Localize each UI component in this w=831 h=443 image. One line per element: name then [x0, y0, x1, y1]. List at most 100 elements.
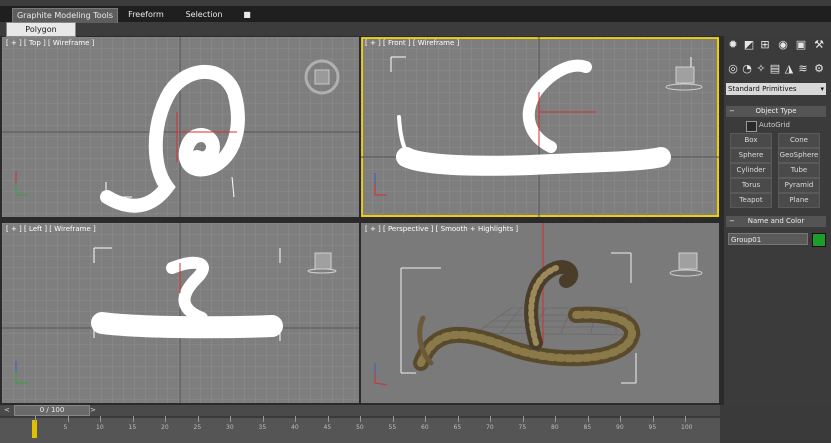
- timeline-tick: [132, 416, 134, 422]
- shapes-icon[interactable]: ◔: [740, 62, 754, 76]
- timeline-tick-label: 20: [161, 424, 169, 431]
- time-slider-handle[interactable]: [32, 420, 37, 438]
- sphere-button[interactable]: Sphere: [730, 148, 772, 163]
- lights-icon[interactable]: ✧: [754, 62, 768, 76]
- viewport-label-front[interactable]: [ + ] [ Front ] [ Wireframe ]: [365, 39, 459, 47]
- timeline-tick-label: 50: [356, 424, 364, 431]
- rollout-collapse-icon: −: [729, 217, 735, 225]
- timeline-tick: [555, 416, 556, 422]
- timeline-tick: [262, 416, 264, 422]
- cylinder-button[interactable]: Cylinder: [730, 163, 772, 178]
- ribbon-tab-bar: Graphite Modeling Tools Freeform Selecti…: [0, 6, 831, 23]
- timeline-tick: [457, 416, 459, 422]
- tab-freeform[interactable]: Freeform: [122, 8, 170, 22]
- timeline-tick-label: 95: [648, 424, 657, 431]
- timeline-tick-label: 85: [583, 424, 592, 431]
- primitive-type-dropdown[interactable]: Standard Primitives ▾: [726, 83, 826, 95]
- timeline-tick-label: 15: [128, 424, 137, 431]
- timeline-tick: [360, 416, 361, 422]
- teapot-button[interactable]: Teapot: [730, 193, 772, 208]
- motion-icon[interactable]: ◉: [776, 38, 790, 52]
- timeline-tick-label: 30: [226, 424, 234, 431]
- name-and-color-title[interactable]: − Name and Color: [726, 216, 826, 227]
- timeline-tick-label: 100: [681, 424, 693, 431]
- spacewarps-icon[interactable]: ≋: [796, 62, 810, 76]
- timeline-tick-label: 60: [421, 424, 429, 431]
- timeline-tick: [35, 416, 36, 422]
- viewport-label-top[interactable]: [ + ] [ Top ] [ Wireframe ]: [6, 39, 94, 47]
- object-type-label: Object Type: [755, 107, 797, 115]
- timeline-tick-label: 45: [323, 424, 332, 431]
- tab-selection[interactable]: Selection: [180, 8, 228, 22]
- timeline-tick: [522, 416, 524, 422]
- viewport-top[interactable]: [ + ] [ Top ] [ Wireframe ]: [2, 37, 359, 217]
- dropdown-value: Standard Primitives: [728, 85, 797, 93]
- object-color-swatch[interactable]: [812, 233, 826, 247]
- viewport-perspective-canvas: [361, 223, 719, 403]
- utilities-icon[interactable]: ⚒: [812, 38, 826, 52]
- frame-counter[interactable]: 0 / 100: [14, 405, 90, 416]
- cameras-icon[interactable]: ▤: [768, 62, 782, 76]
- timeline-tick: [230, 416, 231, 422]
- create-icon[interactable]: ✹: [726, 38, 740, 52]
- helpers-icon[interactable]: ◮: [782, 62, 796, 76]
- timeline-tick: [652, 416, 654, 422]
- chevron-left-icon[interactable]: <: [4, 405, 12, 416]
- tab-graphite-modeling-tools[interactable]: Graphite Modeling Tools: [12, 8, 118, 23]
- autogrid-label: AutoGrid: [759, 121, 790, 129]
- timeline-tick: [165, 416, 166, 422]
- viewport-left-canvas: [2, 223, 359, 403]
- timeline-tick: [100, 416, 101, 422]
- viewport-label-left[interactable]: [ + ] [ Left ] [ Wireframe ]: [6, 225, 96, 233]
- rollout-collapse-icon: −: [729, 107, 735, 115]
- timeline: < 0 / 100 > 5 10 15 20 25 30 35 40 45 50 55 60 65 70 7…: [0, 405, 831, 443]
- command-panel: ✹ ◩ ⊞ ◉ ▣ ⚒ ◎ ◔ ✧ ▤ ◮ ≋ ⚙ Standard Primi…: [724, 36, 831, 408]
- torus-button[interactable]: Torus: [730, 178, 772, 193]
- timeline-tick: [67, 416, 69, 422]
- name-and-color-label: Name and Color: [747, 217, 805, 225]
- timeline-tick: [197, 416, 199, 422]
- timeline-tick: [685, 416, 686, 422]
- timeline-tick-label: 5: [63, 424, 68, 431]
- timeline-tick-label: 55: [388, 424, 397, 431]
- timeline-tick: [620, 416, 621, 422]
- geometry-icon[interactable]: ◎: [726, 62, 740, 76]
- plane-button[interactable]: Plane: [778, 193, 820, 208]
- timeline-tick-label: 10: [96, 424, 104, 431]
- timeline-tick-label: 70: [486, 424, 494, 431]
- timeline-tick: [425, 416, 426, 422]
- object-type-title[interactable]: − Object Type: [726, 106, 826, 117]
- viewport-perspective[interactable]: [ + ] [ Perspective ] [ Smooth + Highlig…: [361, 223, 719, 403]
- object-name-field[interactable]: Group01: [728, 233, 808, 245]
- box-button[interactable]: Box: [730, 133, 772, 148]
- cone-button[interactable]: Cone: [778, 133, 820, 148]
- timeline-tick: [490, 416, 491, 422]
- time-slider-track[interactable]: < 0 / 100 >: [0, 405, 720, 416]
- hierarchy-icon[interactable]: ⊞: [758, 38, 772, 52]
- timeline-tick-label: 75: [518, 424, 527, 431]
- timeline-tick: [295, 416, 296, 422]
- viewport-label-perspective[interactable]: [ + ] [ Perspective ] [ Smooth + Highlig…: [365, 225, 518, 233]
- display-icon[interactable]: ▣: [794, 38, 808, 52]
- systems-icon[interactable]: ⚙: [812, 62, 826, 76]
- viewport-left[interactable]: [ + ] [ Left ] [ Wireframe ]: [2, 223, 359, 403]
- timeline-tick: [392, 416, 394, 422]
- chevron-down-icon: ▾: [820, 85, 824, 93]
- timeline-tick-label: 65: [453, 424, 462, 431]
- chevron-right-icon[interactable]: >: [90, 405, 98, 416]
- timeline-tick: [587, 416, 589, 422]
- timeline-tick-label: 80: [551, 424, 559, 431]
- tab-polygon-modeling[interactable]: Polygon Modeling: [6, 22, 76, 47]
- timeline-tick-label: 90: [616, 424, 624, 431]
- autogrid-checkbox[interactable]: [746, 121, 757, 132]
- timeline-ruler[interactable]: 5 10 15 20 25 30 35 40 45 50 55 60 65 70 75 80 85 90 95 100: [0, 416, 720, 443]
- viewport-front[interactable]: [ + ] [ Front ] [ Wireframe ]: [361, 37, 719, 217]
- pyramid-button[interactable]: Pyramid: [778, 178, 820, 193]
- ribbon-minimize-toggle[interactable]: ■: [240, 8, 254, 22]
- modify-icon[interactable]: ◩: [742, 38, 756, 52]
- viewport-top-canvas: [2, 37, 359, 217]
- timeline-tick: [327, 416, 329, 422]
- tube-button[interactable]: Tube: [778, 163, 820, 178]
- timeline-tick-label: 25: [193, 424, 202, 431]
- geosphere-button[interactable]: GeoSphere: [778, 148, 820, 163]
